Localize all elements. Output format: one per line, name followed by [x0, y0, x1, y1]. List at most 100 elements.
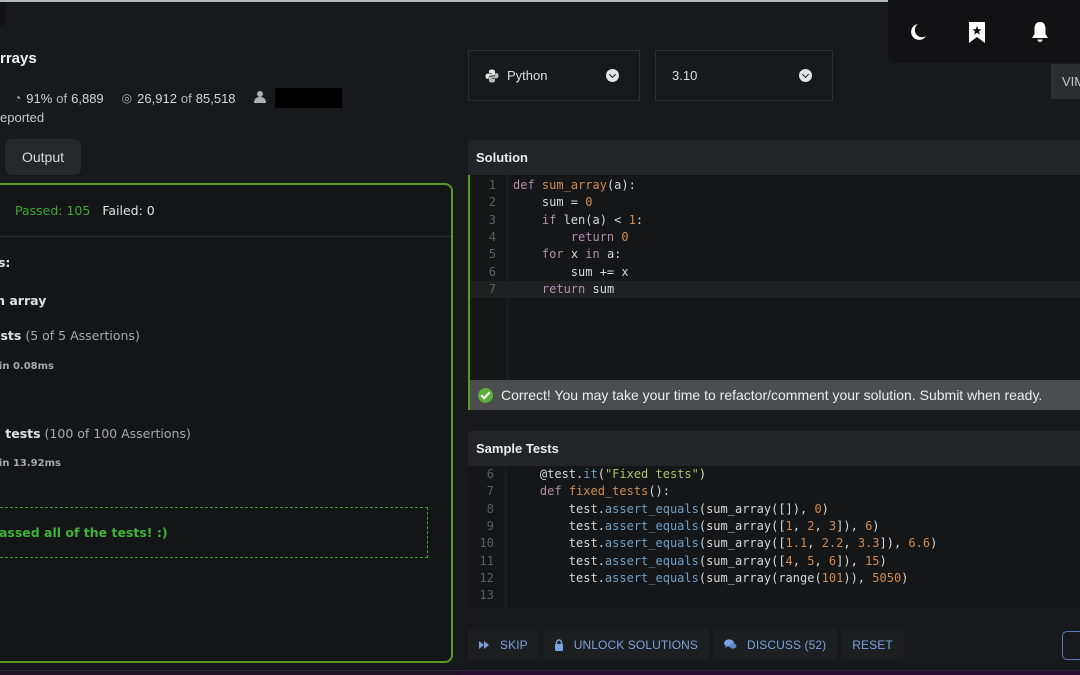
- skip-button[interactable]: SKIP: [468, 629, 539, 660]
- issues-reported[interactable]: eported: [0, 110, 44, 125]
- satisfaction-votes: 6,889: [71, 90, 104, 106]
- line-number: 12: [479, 570, 494, 585]
- completions-stat: ◎ 26,912 of 85,518: [122, 91, 236, 106]
- action-bar: SKIP UNLOCK SOLUTIONS DISCUSS (52) RESET: [468, 629, 904, 660]
- line-number: 6: [488, 264, 496, 279]
- lock-icon: [554, 638, 564, 651]
- discuss-label: DISCUSS (52): [747, 637, 827, 652]
- satisfaction-percent: 91%: [26, 90, 53, 106]
- describe-label: m array: [0, 293, 47, 308]
- line-number: 6: [486, 467, 494, 481]
- completed-time: l in 0.08ms: [0, 361, 54, 372]
- gauge-icon: ◔: [14, 91, 22, 105]
- bookmark-star-icon[interactable]: [966, 20, 988, 44]
- bottom-border: [0, 670, 1080, 675]
- test-group-header[interactable]: ts:: [0, 255, 10, 270]
- code-line[interactable]: 4 return 0: [470, 229, 1080, 246]
- it-block-random[interactable]: n tests (100 of 100 Assertions): [0, 426, 191, 441]
- code-line[interactable]: 13: [468, 587, 1080, 604]
- code-line[interactable]: 11 test.assert_equals(sum_array([4, 5, 6…: [468, 553, 1080, 570]
- code-line[interactable]: 7 return sum: [470, 280, 1080, 298]
- sidebar-toggle[interactable]: [0, 2, 6, 26]
- line-number: 9: [486, 518, 494, 533]
- completions-total: 85,518: [195, 90, 236, 106]
- satisfaction-stat: ◔ 91% of 6,889: [14, 91, 104, 106]
- code-line[interactable]: 3 if len(a) < 1:: [470, 212, 1080, 229]
- failed-count: Failed: 0: [102, 203, 155, 218]
- fast-forward-icon: [479, 640, 490, 649]
- moon-icon[interactable]: [906, 20, 928, 44]
- version-select[interactable]: 3.10: [655, 50, 833, 101]
- code-line[interactable]: 8 test.assert_equals(sum_array([]), 0): [468, 501, 1080, 518]
- code-text: sum += x: [513, 264, 629, 279]
- kata-title: rrays: [0, 50, 37, 67]
- line-number: 8: [486, 501, 494, 516]
- reset-label: RESET: [852, 637, 893, 652]
- top-toolbar: [888, 0, 1080, 63]
- unlock-label: UNLOCK SOLUTIONS: [573, 637, 699, 652]
- code-text: test.assert_equals(sum_array([1, 2, 3]),…: [511, 518, 880, 533]
- bell-icon[interactable]: [1029, 20, 1051, 44]
- output-panel: Passed: 105 Failed: 0 ts: m array ests (…: [0, 183, 453, 663]
- bottom-accent: [460, 671, 1080, 675]
- assertion-count: (100 of 100 Assertions): [44, 426, 191, 441]
- describe-block[interactable]: m array: [0, 293, 46, 308]
- code-line[interactable]: 12 test.assert_equals(sum_array(range(10…: [468, 570, 1080, 587]
- language-select[interactable]: Python: [468, 50, 640, 101]
- of-label: of: [180, 90, 192, 106]
- code-text: return sum: [541, 281, 615, 296]
- discuss-button[interactable]: DISCUSS (52): [713, 629, 838, 660]
- code-line[interactable]: 6 sum += x: [470, 264, 1080, 281]
- code-line[interactable]: 7 def fixed_tests():: [468, 483, 1080, 500]
- success-message: passed all of the tests! :): [0, 507, 428, 558]
- code-line[interactable]: 2 sum = 0: [470, 194, 1080, 211]
- submit-button[interactable]: [1062, 631, 1080, 660]
- code-line[interactable]: 10 test.assert_equals(sum_array([1.1, 2.…: [468, 535, 1080, 552]
- sample-tests-editor[interactable]: 6 @test.it("Fixed tests") 7 def fixed_tes…: [468, 466, 1080, 609]
- line-number: 7: [488, 281, 496, 296]
- code-line[interactable]: 9 test.assert_equals(sum_array([1, 2, 3]…: [468, 518, 1080, 535]
- assertion-count: (5 of 5 Assertions): [25, 328, 140, 343]
- passed-count: Passed: 105: [15, 203, 91, 218]
- solution-editor[interactable]: 1 def sum_array(a): 2 sum = 03 if len(a) <…: [468, 175, 1080, 380]
- code-text: @test.it("Fixed tests"): [511, 467, 707, 481]
- code-text: test.assert_equals(sum_array([]), 0): [511, 501, 829, 516]
- tab-output[interactable]: Output: [5, 139, 81, 175]
- completed-time: l in 13.92ms: [0, 458, 61, 469]
- line-number: 2: [488, 195, 496, 210]
- version-value: 3.10: [672, 68, 698, 83]
- author-name-redacted[interactable]: [274, 88, 342, 108]
- line-number: 4: [488, 229, 496, 244]
- completions-count: 26,912: [137, 90, 177, 106]
- line-number: 5: [488, 247, 496, 262]
- comments-icon: [724, 639, 737, 650]
- code-text: def sum_array(a):: [513, 178, 636, 192]
- line-number: 7: [486, 484, 494, 499]
- code-line[interactable]: 6 @test.it("Fixed tests"): [468, 466, 1080, 483]
- chevron-down-icon: [799, 69, 812, 82]
- vim-mode-button[interactable]: VIM: [1051, 64, 1080, 99]
- line-number: 13: [479, 588, 494, 603]
- language-value: Python: [507, 68, 548, 83]
- line-number: 10: [479, 536, 494, 551]
- line-number: 1: [488, 178, 496, 192]
- reset-button[interactable]: RESET: [841, 629, 904, 660]
- code-text: def fixed_tests():: [539, 484, 670, 499]
- sample-tests-header: Sample Tests: [468, 431, 1080, 466]
- line-number: 11: [479, 553, 494, 568]
- test-label: ts:: [0, 255, 11, 270]
- code-text: test.assert_equals(sum_array([4, 5, 6]),…: [511, 553, 887, 568]
- code-text: test.assert_equals(sum_array([1.1, 2.2, …: [511, 536, 938, 551]
- chevron-down-icon: [606, 69, 619, 82]
- code-text: return 0: [570, 229, 629, 244]
- check-circle-icon: [478, 387, 493, 403]
- unlock-solutions-button[interactable]: UNLOCK SOLUTIONS: [542, 629, 710, 660]
- code-text: test.assert_equals(sum_array(range(101))…: [511, 570, 909, 585]
- it-block-fixed[interactable]: ests (5 of 5 Assertions): [0, 328, 140, 343]
- code-line[interactable]: 5 for x in a:: [470, 246, 1080, 263]
- python-icon: [485, 69, 499, 82]
- line-number: 3: [488, 212, 496, 227]
- code-line[interactable]: 1 def sum_array(a):: [470, 177, 1080, 194]
- author-stat[interactable]: [253, 88, 342, 108]
- correct-banner: Correct! You may take your time to refac…: [468, 380, 1080, 410]
